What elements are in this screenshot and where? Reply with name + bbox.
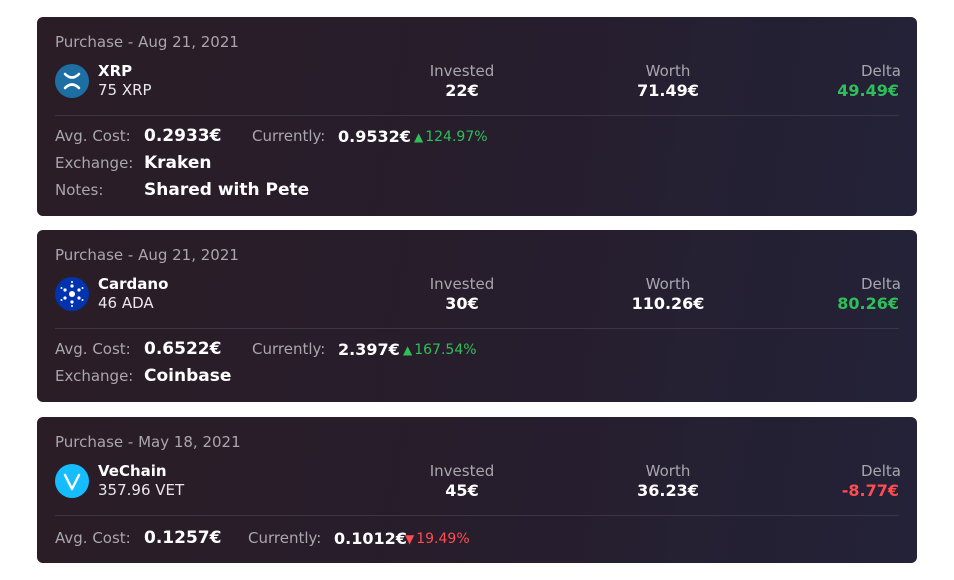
delta-label: Delta <box>860 62 901 80</box>
avg-cost-value: 0.2933€ <box>144 126 222 146</box>
currently-label: Currently: <box>252 340 326 358</box>
purchase-card-cardano[interactable]: Purchase - Aug 21, 2021 Cardano 46 ADA I… <box>37 230 917 402</box>
price-change-value: 167.54% <box>414 342 477 358</box>
exchange-label: Exchange: <box>55 154 134 172</box>
coin-amount: 75 XRP <box>98 81 152 99</box>
worth-value: 36.23€ <box>637 481 699 500</box>
exchange-value: Kraken <box>144 153 212 173</box>
divider <box>55 515 899 516</box>
purchase-date: Purchase - Aug 21, 2021 <box>55 246 239 264</box>
purchase-date: Purchase - May 18, 2021 <box>55 433 241 451</box>
price-change: ▼ 19.49% <box>405 531 470 547</box>
coin-name: Cardano <box>98 275 169 293</box>
delta-label: Delta <box>860 462 901 480</box>
delta-value: 49.49€ <box>837 81 899 100</box>
up-triangle-icon: ▲ <box>414 130 424 144</box>
coin-name: XRP <box>98 62 133 80</box>
avg-cost-value: 0.1257€ <box>144 528 222 548</box>
avg-cost-value: 0.6522€ <box>144 339 222 359</box>
xrp-icon <box>55 64 89 98</box>
worth-value: 110.26€ <box>631 294 705 313</box>
notes-label: Notes: <box>55 181 104 199</box>
divider <box>55 328 899 329</box>
price-change: ▲ 124.97% <box>414 129 488 145</box>
currently-value: 2.397€ <box>338 340 400 359</box>
currently-value: 0.1012€ <box>334 529 407 548</box>
cardano-icon <box>55 277 89 311</box>
worth-label: Worth <box>645 275 691 293</box>
price-change: ▲ 167.54% <box>403 342 477 358</box>
price-change-value: 19.49% <box>416 531 470 547</box>
currently-value: 0.9532€ <box>338 127 411 146</box>
worth-value: 71.49€ <box>637 81 699 100</box>
divider <box>55 115 899 116</box>
delta-label: Delta <box>860 275 901 293</box>
invested-label: Invested <box>429 275 495 293</box>
purchase-card-vechain[interactable]: Purchase - May 18, 2021 VeChain 357.96 V… <box>37 417 917 563</box>
coin-amount: 357.96 VET <box>98 481 185 499</box>
purchase-card-xrp[interactable]: Purchase - Aug 21, 2021 XRP 75 XRP Inves… <box>37 17 917 216</box>
invested-label: Invested <box>429 462 495 480</box>
currently-label: Currently: <box>252 127 326 145</box>
delta-value: 80.26€ <box>837 294 899 313</box>
exchange-value: Coinbase <box>144 366 232 386</box>
purchase-date: Purchase - Aug 21, 2021 <box>55 33 239 51</box>
invested-label: Invested <box>429 62 495 80</box>
down-triangle-icon: ▼ <box>405 532 415 546</box>
notes-value: Shared with Pete <box>144 180 310 200</box>
vechain-icon <box>55 464 89 498</box>
avg-cost-label: Avg. Cost: <box>55 529 131 547</box>
price-change-value: 124.97% <box>425 129 488 145</box>
worth-label: Worth <box>645 462 691 480</box>
invested-value: 30€ <box>445 294 479 313</box>
coin-name: VeChain <box>98 462 167 480</box>
invested-value: 22€ <box>445 81 479 100</box>
up-triangle-icon: ▲ <box>403 343 413 357</box>
coin-amount: 46 ADA <box>98 294 154 312</box>
worth-label: Worth <box>645 62 691 80</box>
delta-value: -8.77€ <box>841 481 899 500</box>
invested-value: 45€ <box>445 481 479 500</box>
exchange-label: Exchange: <box>55 367 134 385</box>
currently-label: Currently: <box>248 529 322 547</box>
avg-cost-label: Avg. Cost: <box>55 127 131 145</box>
avg-cost-label: Avg. Cost: <box>55 340 131 358</box>
